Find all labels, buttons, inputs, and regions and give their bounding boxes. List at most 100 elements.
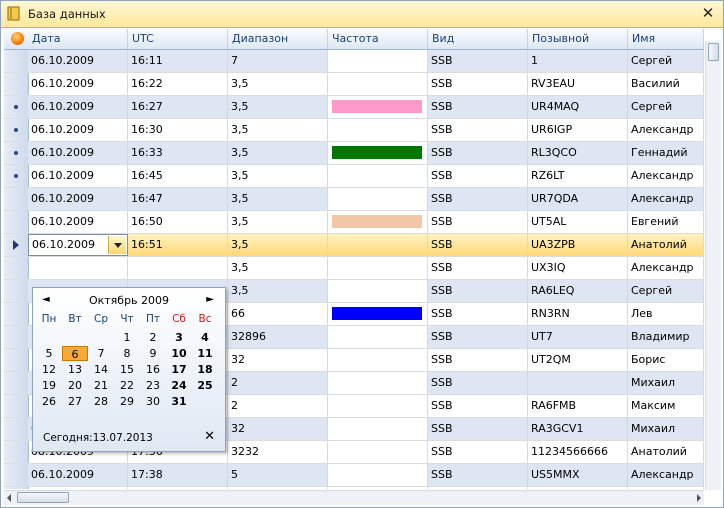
cell-mode[interactable]: SSB	[428, 165, 528, 187]
cell-utc[interactable]: 16:51	[128, 234, 228, 256]
cell-name[interactable]: Александр	[628, 188, 704, 210]
cell-mode[interactable]: SSB	[428, 464, 528, 486]
cell-band[interactable]	[228, 487, 328, 489]
cell-frequency[interactable]	[328, 50, 428, 72]
close-window-button[interactable]: ✕	[700, 5, 716, 21]
cell-band[interactable]: 3,5	[228, 188, 328, 210]
calendar-day[interactable]: 22	[114, 378, 140, 393]
scroll-left-icon[interactable]	[7, 494, 11, 502]
row-indicator[interactable]	[4, 188, 29, 210]
row-indicator[interactable]	[4, 165, 29, 187]
cell-band[interactable]: 3,5	[228, 257, 328, 279]
cell-name[interactable]: Максим	[628, 395, 704, 417]
calendar-day[interactable]: 19	[36, 378, 62, 393]
cell-frequency[interactable]	[328, 464, 428, 486]
calendar-day[interactable]: 18	[192, 362, 218, 377]
cell-frequency[interactable]	[328, 142, 428, 164]
cell-name[interactable]: Сергей	[628, 50, 704, 72]
table-row[interactable]: 06.10.2009 16:47 3,5 SSB UR7QDA Александр	[4, 188, 704, 211]
date-editor-value[interactable]: 06.10.2009	[32, 235, 95, 255]
calendar-day[interactable]: 20	[62, 378, 88, 393]
cell-date[interactable]: 06.10.2009	[28, 119, 128, 141]
cell-mode[interactable]: SSB	[428, 96, 528, 118]
calendar-day[interactable]: 6	[62, 346, 88, 361]
cell-utc[interactable]: 16:45	[128, 165, 228, 187]
cell-frequency[interactable]	[328, 73, 428, 95]
cell-callsign[interactable]: 11234566666	[528, 441, 628, 463]
calendar-day[interactable]: 14	[88, 362, 114, 377]
cell-callsign[interactable]: RA6LEQ	[528, 280, 628, 302]
cell-callsign[interactable]: UR4MAQ	[528, 96, 628, 118]
calendar-day[interactable]: 5	[36, 346, 62, 361]
cell-date[interactable]: 06.10.2009	[28, 165, 128, 187]
column-header-name[interactable]: Имя	[628, 29, 704, 49]
cell-date[interactable]: 06.10.2009	[28, 142, 128, 164]
cell-name[interactable]: Геннадий	[628, 142, 704, 164]
cell-frequency[interactable]	[328, 234, 428, 256]
cell-callsign[interactable]: RZ6LT	[528, 165, 628, 187]
cell-name[interactable]: Александр	[628, 257, 704, 279]
cell-band[interactable]: 3,5	[228, 211, 328, 233]
cell-band[interactable]: 3,5	[228, 142, 328, 164]
cell-callsign[interactable]: RN3RN	[528, 303, 628, 325]
cell-utc[interactable]	[128, 257, 228, 279]
row-indicator[interactable]	[4, 119, 29, 141]
column-header-band[interactable]: Диапазон	[228, 29, 328, 49]
column-header-callsign[interactable]: Позывной	[528, 29, 628, 49]
cell-band[interactable]: 66	[228, 303, 328, 325]
cell-name[interactable]: Лев	[628, 303, 704, 325]
cell-utc[interactable]: 16:11	[128, 50, 228, 72]
cell-band[interactable]: 3,5	[228, 234, 328, 256]
row-indicator[interactable]	[4, 326, 29, 348]
calendar-day[interactable]: 16	[140, 362, 166, 377]
column-header-utc[interactable]: UTC	[128, 29, 228, 49]
row-indicator[interactable]	[4, 441, 29, 463]
cell-callsign[interactable]: RA6FMB	[528, 395, 628, 417]
table-row[interactable]: 06.10.2009 16:33 3,5 SSB RL3QCO Геннадий	[4, 142, 704, 165]
cell-mode[interactable]: SSB	[428, 372, 528, 394]
row-indicator[interactable]	[4, 211, 29, 233]
row-indicator[interactable]	[4, 257, 29, 279]
cell-date[interactable]	[28, 257, 128, 279]
cell-mode[interactable]: SSB	[428, 257, 528, 279]
calendar-day[interactable]: 31	[166, 394, 192, 409]
vertical-scrollbar[interactable]	[705, 41, 721, 490]
cell-utc[interactable]: 16:27	[128, 96, 228, 118]
calendar-day[interactable]: 28	[88, 394, 114, 409]
row-indicator[interactable]	[4, 395, 29, 417]
cell-utc[interactable]: 16:30	[128, 119, 228, 141]
cell-band[interactable]: 2	[228, 372, 328, 394]
cell-mode[interactable]: SSB	[428, 395, 528, 417]
cell-band[interactable]: 3,5	[228, 165, 328, 187]
calendar-day[interactable]: 30	[140, 394, 166, 409]
calendar-day[interactable]: 11	[192, 346, 218, 361]
calendar-day[interactable]: 4	[192, 330, 218, 345]
grid-corner-button[interactable]	[4, 29, 28, 49]
row-indicator[interactable]	[4, 234, 29, 256]
cell-utc[interactable]	[128, 487, 228, 489]
cell-date[interactable]: 06.10.2009	[28, 73, 128, 95]
calendar-day[interactable]: 21	[88, 378, 114, 393]
cell-frequency[interactable]	[328, 487, 428, 489]
cell-mode[interactable]: SSB	[428, 349, 528, 371]
cell-band[interactable]: 3,5	[228, 96, 328, 118]
cell-name[interactable]: Александр	[628, 165, 704, 187]
calendar-day[interactable]: 10	[166, 346, 192, 361]
row-indicator[interactable]	[4, 50, 29, 72]
row-indicator[interactable]	[4, 464, 29, 486]
cell-frequency[interactable]	[328, 211, 428, 233]
cell-band[interactable]: 2	[228, 395, 328, 417]
calendar-close-button[interactable]: ✕	[204, 429, 215, 444]
calendar-day[interactable]: 1	[114, 330, 140, 345]
calendar-day[interactable]: 25	[192, 378, 218, 393]
cell-mode[interactable]: SSB	[428, 280, 528, 302]
cell-date[interactable]: 06.10.2009	[28, 50, 128, 72]
row-indicator[interactable]	[4, 280, 29, 302]
cell-name[interactable]: Владимир	[628, 326, 704, 348]
cell-callsign[interactable]: UR6IGP	[528, 119, 628, 141]
cell-mode[interactable]: SSB	[428, 234, 528, 256]
cell-band[interactable]: 5	[228, 464, 328, 486]
cell-utc[interactable]: 16:22	[128, 73, 228, 95]
cell-band[interactable]: 3,5	[228, 280, 328, 302]
cell-name[interactable]: Сергей	[628, 96, 704, 118]
